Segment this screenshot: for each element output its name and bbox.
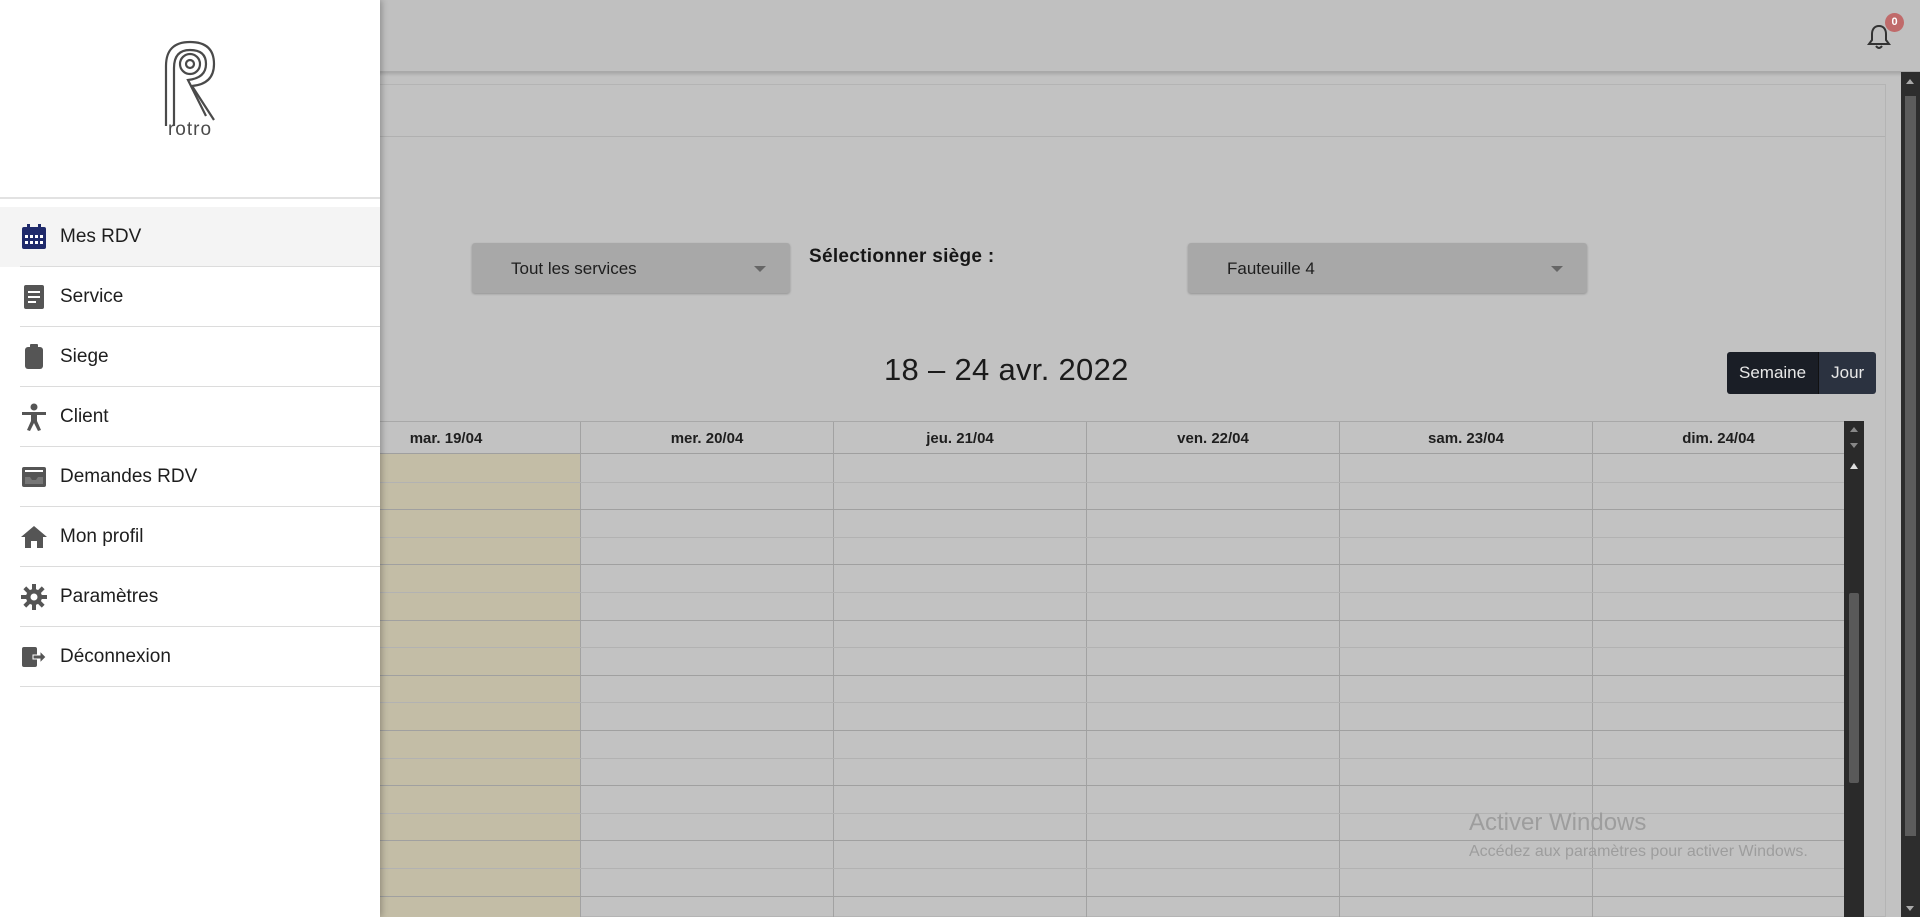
sidebar-item-label: Mon profil: [60, 526, 144, 547]
calendar-grid-line: [312, 536, 1844, 538]
sidebar-item-label: Mes RDV: [60, 226, 142, 247]
calendar-grid-line: [312, 619, 1844, 621]
sidebar-item-label: Demandes RDV: [60, 466, 198, 487]
sidebar-item-label: Service: [60, 286, 124, 307]
scroll-up-icon[interactable]: [1906, 79, 1914, 84]
sidebar-item-siege[interactable]: Siege: [0, 327, 380, 387]
sidebar-item-client[interactable]: Client: [0, 387, 380, 447]
watermark-title: Activer Windows: [1469, 809, 1647, 836]
sidebar-nav: Mes RDV Service Siege Client Demandes RD…: [0, 207, 380, 687]
sidebar-item-label: Déconnexion: [60, 646, 171, 667]
calendar-range-title: 18 – 24 avr. 2022: [884, 352, 1129, 387]
day-column[interactable]: [580, 454, 833, 917]
service-select[interactable]: Tout les services: [472, 243, 790, 293]
day-view-button[interactable]: Jour: [1818, 352, 1877, 394]
logout-icon: [20, 643, 48, 671]
calendar-grid-line: [312, 481, 1844, 483]
calendar-scrollbar[interactable]: [1844, 421, 1864, 917]
chevron-down-icon: [1551, 266, 1563, 272]
calendar-grid-line: [312, 509, 1844, 511]
siege-label: Sélectionner siège :: [809, 246, 995, 267]
day-header: ven. 22/04: [1086, 422, 1339, 455]
sidebar-item-label: Paramètres: [60, 586, 159, 607]
sidebar-item-label: Client: [60, 406, 109, 427]
calendar-grid-line: [312, 895, 1844, 897]
sidebar-item-mes-rdv[interactable]: Mes RDV: [0, 207, 380, 267]
notification-badge: 0: [1885, 13, 1904, 32]
inbox-icon: [20, 463, 48, 491]
day-header: sam. 23/04: [1339, 422, 1592, 455]
calendar-header: mar. 19/04 mer. 20/04 jeu. 21/04 ven. 22…: [312, 421, 1844, 455]
day-column[interactable]: [1086, 454, 1339, 917]
sidebar-item-label: Siege: [60, 346, 109, 367]
siege-select[interactable]: Fauteuille 4: [1188, 243, 1587, 293]
week-view-button[interactable]: Semaine: [1727, 352, 1819, 394]
calendar-grid-line: [312, 757, 1844, 759]
view-toggle: Semaine Jour: [1727, 352, 1877, 394]
calendar-icon: [20, 223, 48, 251]
nav-drawer: rotro Mes RDV Service Siege Client Deman…: [0, 0, 380, 917]
calendar-grid-line: [312, 785, 1844, 787]
sidebar-item-parametres[interactable]: Paramètres: [0, 567, 380, 627]
day-column[interactable]: [833, 454, 1086, 917]
scroll-up-icon[interactable]: [1850, 463, 1858, 469]
calendar-grid-line: [312, 702, 1844, 704]
sidebar-item-deconnexion[interactable]: Déconnexion: [0, 627, 380, 687]
siege-select-value: Fauteuille 4: [1227, 259, 1315, 278]
document-icon: [20, 283, 48, 311]
scrollbar-thumb[interactable]: [1905, 96, 1916, 836]
divider: [0, 197, 380, 199]
calendar-grid-line: [312, 592, 1844, 593]
chevron-down-icon: [754, 266, 766, 272]
service-select-value: Tout les services: [511, 259, 637, 278]
scrollbar-thumb[interactable]: [1849, 593, 1859, 783]
sidebar-item-service[interactable]: Service: [0, 267, 380, 327]
sidebar-item-mon-profil[interactable]: Mon profil: [0, 507, 380, 567]
scroll-down-icon[interactable]: [1850, 443, 1858, 448]
calendar-grid-line: [312, 647, 1844, 649]
divider: [20, 686, 380, 687]
home-icon: [20, 523, 48, 551]
calendar-grid-line: [312, 674, 1844, 676]
page-scrollbar[interactable]: [1901, 72, 1920, 917]
sidebar-item-demandes-rdv[interactable]: Demandes RDV: [0, 447, 380, 507]
gear-icon: [20, 583, 48, 611]
brand-name: rotro: [167, 119, 213, 140]
calendar-grid-line: [312, 730, 1844, 731]
windows-activation-watermark: Activer Windows Accédez aux paramètres p…: [1469, 809, 1808, 861]
calendar-grid-line: [312, 564, 1844, 566]
day-header: jeu. 21/04: [833, 422, 1086, 455]
calendar-grid-line: [312, 868, 1844, 869]
watermark-subtitle: Accédez aux paramètres pour activer Wind…: [1469, 843, 1808, 860]
day-header: mer. 20/04: [580, 422, 833, 455]
accessibility-icon: [20, 403, 48, 431]
day-header: dim. 24/04: [1592, 422, 1844, 455]
card-header: [353, 85, 1885, 137]
clipboard-icon: [20, 343, 48, 371]
scroll-down-icon[interactable]: [1906, 906, 1914, 911]
scroll-up-icon[interactable]: [1850, 427, 1858, 432]
